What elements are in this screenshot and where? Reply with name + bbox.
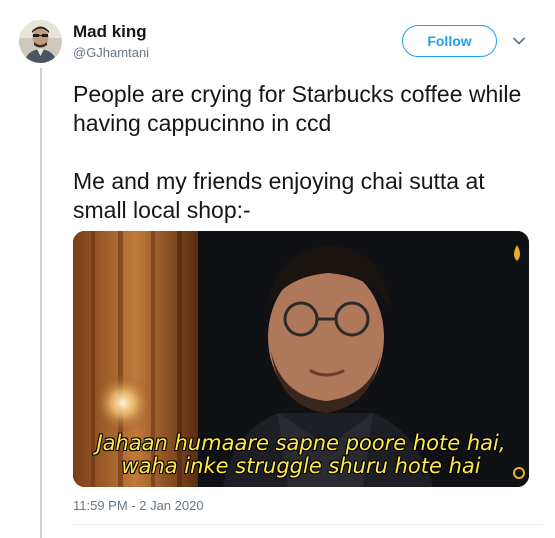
chevron-down-icon[interactable] — [512, 34, 526, 48]
tweet-paragraph-2: Me and my friends enjoying chai sutta at… — [73, 168, 485, 223]
subtitle-line-2: waha inke struggle shuru hote hai — [121, 454, 481, 478]
tweet-media[interactable]: Jahaan humaare sapne poore hote hai, wah… — [73, 231, 529, 487]
avatar-image — [19, 20, 62, 63]
thread-line — [40, 68, 42, 538]
tweet-paragraph-1: People are crying for Starbucks coffee w… — [73, 81, 522, 136]
tweet-timestamp[interactable]: 11:59 PM - 2 Jan 2020 — [73, 498, 204, 513]
subtitle-line-1: Jahaan humaare sapne poore hote hai, — [96, 431, 506, 455]
avatar[interactable] — [19, 20, 62, 63]
follow-button[interactable]: Follow — [402, 25, 497, 57]
author-handle[interactable]: @GJhamtani — [73, 45, 149, 60]
divider — [73, 524, 543, 525]
author-name[interactable]: Mad king — [73, 22, 147, 42]
tweet-text: People are crying for Starbucks coffee w… — [73, 80, 543, 225]
